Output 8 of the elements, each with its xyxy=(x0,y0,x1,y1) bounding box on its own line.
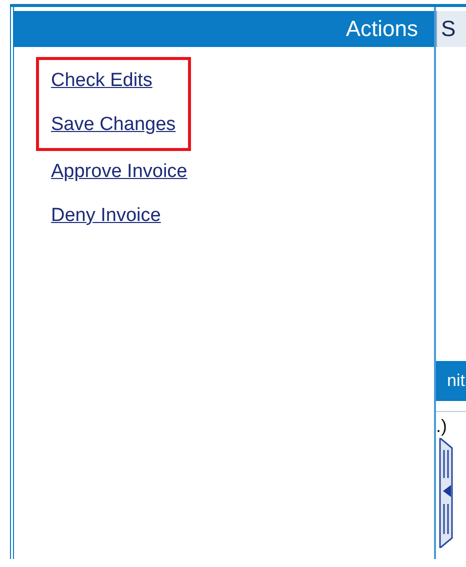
section-header: nit xyxy=(447,371,465,391)
action-link[interactable]: Save Changes xyxy=(36,104,191,151)
cell-text: .) xyxy=(436,416,447,436)
column-header: S xyxy=(441,16,456,42)
action-link[interactable]: Approve Invoice xyxy=(36,151,202,195)
panel-title: Actions xyxy=(346,16,418,42)
action-link[interactable]: Check Edits xyxy=(36,57,191,104)
action-link[interactable]: Deny Invoice xyxy=(36,195,202,239)
